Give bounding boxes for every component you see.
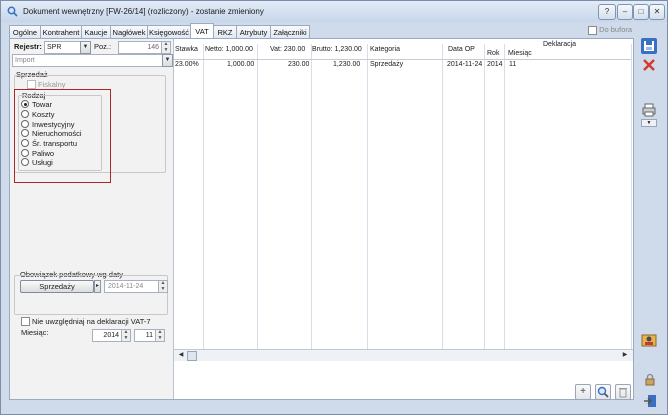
header-rok[interactable]: Rok (487, 50, 499, 57)
user-button[interactable] (641, 332, 657, 348)
header-data-op[interactable]: Data OP (448, 46, 475, 53)
nie-uwzgledniaj-checkbox[interactable] (21, 317, 30, 326)
rejestr-dropdown[interactable]: ▼ (80, 41, 91, 54)
tab-zalaczniki[interactable]: Załączniki (270, 25, 310, 39)
header-stawka[interactable]: Stawka (175, 46, 198, 53)
rejestr-field[interactable]: SPR (44, 41, 82, 54)
deklaracja-rok-stepper[interactable]: ▲ ▼ (121, 329, 131, 342)
print-dropdown[interactable]: ▼ (641, 119, 657, 127)
obowiazek-sprzedazy-button[interactable]: Sprzedaży (20, 280, 94, 293)
tab-atrybuty[interactable]: Atrybuty (236, 25, 271, 39)
exit-icon (644, 395, 656, 407)
close-button[interactable]: ✕ (649, 4, 665, 20)
import-dropdown[interactable]: ▼ (162, 54, 173, 67)
scroll-left-arrow[interactable]: ◀ (176, 351, 186, 360)
print-button[interactable] (641, 102, 657, 118)
lock-icon (645, 373, 655, 386)
tab-naglowek[interactable]: Nagłówek (110, 25, 148, 39)
save-icon (644, 41, 654, 51)
trash-icon (619, 388, 627, 398)
window-title: Dokument wewnętrzny [FW-26/14] (rozliczo… (23, 7, 264, 16)
tab-ksiegowosc[interactable]: Księgowość (147, 25, 191, 39)
fiskalny-checkbox[interactable] (27, 80, 36, 89)
cell-data-op: 2014-11-24 (447, 61, 483, 68)
document-window: Dokument wewnętrzny [FW-26/14] (rozliczo… (0, 0, 668, 415)
save-button[interactable] (641, 38, 657, 54)
cell-brutto: 1,230.00 (333, 61, 361, 68)
cell-netto: 1,000.00 (227, 61, 255, 68)
cell-miesiac: 11 (509, 61, 517, 68)
minimize-button[interactable]: – (617, 4, 633, 20)
miesiac-label: Miesiąc: (21, 328, 49, 337)
header-vat[interactable]: Vat: 230.00 (270, 46, 305, 53)
poz-label: Poz.: (94, 42, 112, 51)
tab-ogolne[interactable]: Ogólne (9, 25, 41, 39)
do-bufora[interactable]: Do bufora (588, 25, 632, 35)
left-panel: Rejestr: SPR ▼ Poz.: 146 ▲ ▼ Import ▼ Spr… (10, 39, 174, 399)
poz-stepper[interactable]: ▲ ▼ (161, 41, 171, 54)
cell-vat: 230.00 (288, 61, 310, 68)
obowiazek-date-field[interactable]: 2014-11-24 (104, 280, 161, 293)
vat-tab-content: Rejestr: SPR ▼ Poz.: 146 ▲ ▼ Import ▼ Spr… (9, 38, 634, 400)
user-icon (641, 334, 657, 347)
obowiazek-date-stepper[interactable]: ▲ ▼ (158, 280, 168, 293)
poz-field[interactable]: 146 (118, 41, 162, 54)
horizontal-scrollbar[interactable]: ◀ ▶ (174, 349, 633, 361)
header-miesiac[interactable]: Miesiąc (508, 50, 532, 57)
print-icon (642, 103, 656, 117)
do-bufora-label: Do bufora (599, 25, 633, 34)
trash-button[interactable] (615, 384, 631, 400)
highlight-frame (14, 89, 111, 183)
import-field[interactable]: Import (12, 54, 164, 67)
nie-uwzgledniaj-label: Nie uwzględniaj na deklaracji VAT-7 (32, 317, 151, 326)
add-button[interactable]: + (575, 384, 591, 400)
do-bufora-checkbox[interactable] (588, 25, 597, 35)
search-icon (597, 386, 609, 398)
vat-grid: Stawka Netto: 1,000.00 Vat: 230.00 Brutt… (174, 39, 632, 349)
scroll-right-arrow[interactable]: ▶ (620, 351, 630, 360)
lock-button[interactable] (642, 372, 658, 388)
rejestr-label: Rejestr: (14, 42, 42, 51)
cell-rok: 2014 (487, 61, 503, 68)
obowiazek-dropdown[interactable]: ▸ (94, 280, 101, 293)
header-netto[interactable]: Netto: 1,000.00 (205, 46, 253, 53)
deklaracja-miesiac-field[interactable]: 11 (134, 329, 156, 342)
deklaracja-rok-field[interactable]: 2014 (92, 329, 122, 342)
delete-button[interactable] (641, 57, 657, 73)
scroll-thumb[interactable] (187, 351, 197, 361)
exit-button[interactable] (642, 393, 658, 409)
maximize-button[interactable]: □ (633, 4, 649, 20)
add-icon: + (580, 386, 586, 397)
cell-kategoria: Sprzedaży (370, 61, 404, 68)
title-bar: Dokument wewnętrzny [FW-26/14] (rozliczo… (1, 1, 667, 22)
tab-rkz[interactable]: RKZ (213, 25, 237, 39)
delete-icon (643, 59, 655, 71)
tab-kaucje[interactable]: Kaucje (81, 25, 111, 39)
header-kategoria[interactable]: Kategoria (370, 46, 400, 53)
cell-stawka: 23.00% (175, 61, 199, 68)
app-icon (7, 6, 18, 17)
help-button[interactable]: ? (598, 4, 616, 20)
header-deklaracja: Deklaracja (543, 41, 577, 48)
tab-kontrahent[interactable]: Kontrahent (40, 25, 82, 39)
fiskalny-label: Fiskalny (38, 80, 66, 89)
search-button[interactable] (595, 384, 611, 400)
deklaracja-miesiac-stepper[interactable]: ▲ ▼ (155, 329, 165, 342)
header-brutto[interactable]: Brutto: 1,230.00 (312, 46, 362, 53)
